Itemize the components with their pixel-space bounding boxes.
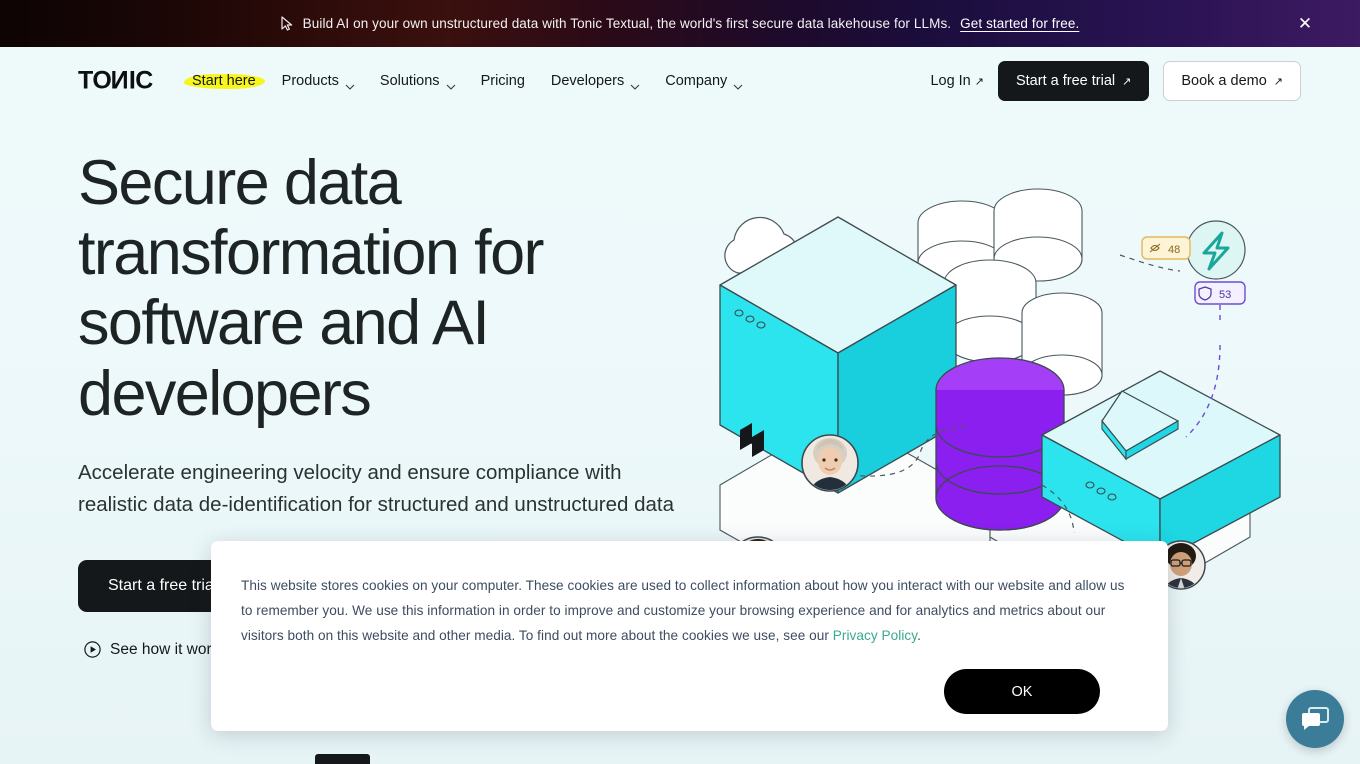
- login-label: Log In: [930, 73, 971, 89]
- badge-53: 53: [1194, 281, 1246, 305]
- cursor-icon: [281, 16, 294, 31]
- nav-label: Pricing: [480, 73, 525, 89]
- badge-48: 48: [1141, 236, 1191, 260]
- nav-item-products[interactable]: Products: [281, 73, 355, 90]
- cookie-ok-button[interactable]: OK: [944, 669, 1100, 715]
- start-free-trial-button[interactable]: Start a free trial ↗: [997, 61, 1150, 101]
- nav-label: Company: [665, 73, 728, 89]
- hero-subtitle: Accelerate engineering velocity and ensu…: [78, 460, 674, 517]
- cookie-text-part-2: .: [917, 628, 921, 644]
- book-demo-button[interactable]: Book a demo ↗: [1163, 61, 1301, 101]
- button-label: Start a free trial: [108, 576, 218, 594]
- cookie-text-part-1: This website stores cookies on your comp…: [241, 578, 1125, 644]
- promo-banner-link[interactable]: Get started for free.: [960, 16, 1079, 31]
- nav-item-developers[interactable]: Developers: [550, 73, 640, 90]
- button-label: Book a demo: [1181, 73, 1267, 89]
- arrow-up-right-icon: ↗: [974, 75, 984, 88]
- nav-item-company[interactable]: Company: [665, 73, 743, 90]
- nav-label: Start here: [192, 73, 256, 89]
- arrow-up-right-icon: ↗: [1122, 75, 1132, 88]
- page-title: Secure data transformation for software …: [78, 148, 545, 429]
- site-header: TO N IC Start here Products Solutions Pr…: [0, 47, 1360, 115]
- chat-bubbles-icon: [1300, 703, 1330, 736]
- svg-text:53: 53: [1219, 289, 1231, 301]
- tonic-logo[interactable]: TO N IC: [78, 67, 153, 96]
- svg-text:48: 48: [1168, 244, 1180, 256]
- play-circle-icon: [84, 641, 101, 658]
- arrow-up-right-icon: ↗: [1273, 75, 1283, 88]
- logo-prefix: TO: [78, 66, 112, 95]
- cookie-consent-dialog: This website stores cookies on your comp…: [211, 541, 1168, 731]
- next-section-peek: [315, 754, 370, 764]
- promo-banner-content: Build AI on your own unstructured data w…: [281, 16, 1080, 31]
- hero-see-how-it-works-button[interactable]: See how it works: [78, 628, 233, 672]
- chevron-down-icon: [733, 78, 743, 90]
- avatar-woman-blonde: [801, 434, 859, 492]
- privacy-policy-link[interactable]: Privacy Policy: [833, 628, 917, 643]
- button-label: Start a free trial: [1015, 73, 1116, 89]
- close-icon[interactable]: ✕: [1294, 13, 1316, 35]
- nav-item-solutions[interactable]: Solutions: [379, 73, 455, 90]
- nav-label: Products: [281, 73, 339, 89]
- button-label: See how it works: [110, 640, 228, 658]
- cookie-consent-text: This website stores cookies on your comp…: [241, 573, 1132, 648]
- nav-item-start-here[interactable]: Start here: [184, 73, 265, 89]
- nav-label: Solutions: [379, 73, 440, 89]
- chevron-down-icon: [630, 78, 640, 90]
- promo-banner: Build AI on your own unstructured data w…: [0, 0, 1360, 47]
- logo-suffix: IC: [128, 66, 154, 95]
- login-link[interactable]: Log In ↗: [930, 73, 984, 89]
- chevron-down-icon: [345, 78, 355, 90]
- primary-navigation: Start here Products Solutions Pricing De…: [184, 73, 743, 90]
- chat-widget-button[interactable]: [1286, 690, 1344, 748]
- promo-banner-text: Build AI on your own unstructured data w…: [302, 16, 952, 31]
- page-root: Build AI on your own unstructured data w…: [0, 0, 1360, 764]
- header-actions: Log In ↗ Start a free trial ↗ Book a dem…: [930, 61, 1301, 101]
- lightning-bolt-icon: [1186, 220, 1246, 280]
- nav-label: Developers: [550, 73, 625, 89]
- chevron-down-icon: [446, 78, 455, 90]
- nav-item-pricing[interactable]: Pricing: [481, 73, 525, 89]
- cookie-dialog-actions: OK: [241, 669, 1132, 715]
- logo-mirrored-n: N: [111, 66, 129, 95]
